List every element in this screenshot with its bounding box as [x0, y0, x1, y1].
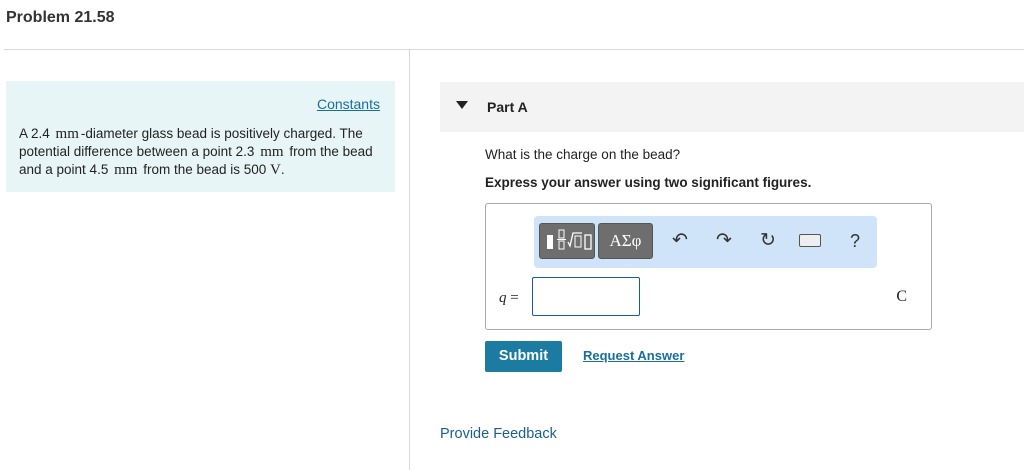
page-title: Problem 21.58 [6, 9, 115, 26]
answer-variable-label: q = [499, 290, 519, 307]
question-text: What is the charge on the bead? [485, 147, 681, 162]
part-title: Part A [487, 99, 528, 115]
unit-volt: V [270, 162, 281, 178]
math-toolbar: ΑΣφ ↶ ↷ ↻ ? [534, 216, 877, 268]
variable-q: q [499, 290, 507, 306]
unit-mm: mm [55, 126, 79, 142]
problem-text-5: . [280, 162, 285, 177]
request-answer-link[interactable]: Request Answer [583, 348, 684, 363]
problem-statement: A 2.4 mm -diameter glass bead is positive… [19, 125, 381, 179]
redo-icon[interactable]: ↷ [711, 229, 737, 253]
greek-symbols-button[interactable]: ΑΣφ [598, 223, 653, 259]
unit-mm: mm [114, 162, 138, 178]
reset-icon[interactable]: ↻ [755, 229, 781, 253]
caret-down-icon[interactable] [456, 101, 468, 109]
unit-mm: mm [260, 144, 284, 160]
submit-button[interactable]: Submit [485, 341, 562, 372]
problem-text-1: A 2.4 [19, 126, 50, 141]
undo-icon[interactable]: ↶ [667, 229, 693, 253]
templates-button[interactable] [539, 223, 595, 259]
problem-panel: Constants A 2.4 mm -diameter glass bead i… [6, 81, 395, 192]
unit-label: C [896, 288, 907, 305]
help-icon[interactable]: ? [842, 229, 868, 253]
column-divider [409, 50, 410, 470]
templates-icon [547, 229, 592, 250]
provide-feedback-link[interactable]: Provide Feedback [440, 426, 557, 442]
keyboard-icon[interactable] [799, 234, 821, 247]
equals-sign: = [510, 290, 519, 306]
part-header[interactable]: Part A [440, 82, 1024, 132]
answer-input[interactable] [532, 277, 640, 316]
instruction-text: Express your answer using two significan… [485, 175, 812, 190]
constants-link[interactable]: Constants [317, 96, 380, 112]
problem-text-4: from the bead is 500 [143, 162, 267, 177]
answer-box: ΑΣφ ↶ ↷ ↻ ? q = C [485, 203, 932, 330]
top-divider [4, 49, 1024, 50]
